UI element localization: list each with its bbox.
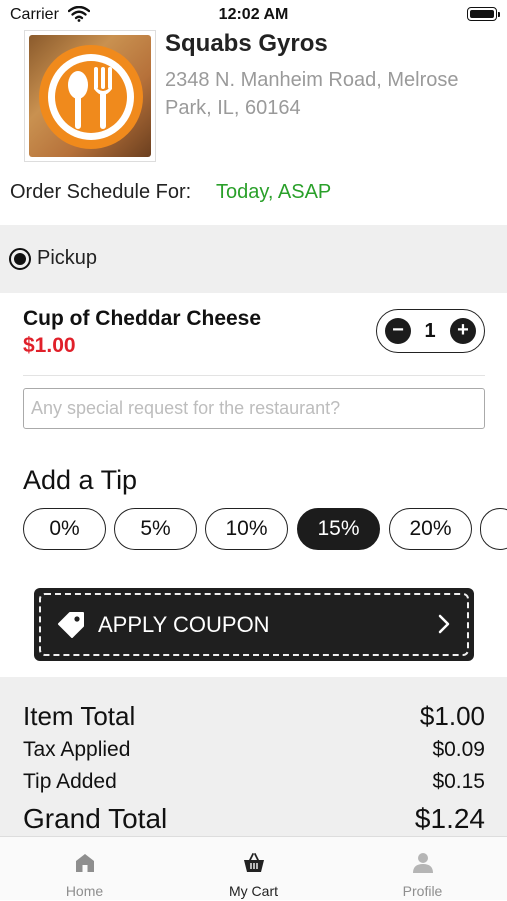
apply-coupon-label: APPLY COUPON bbox=[98, 612, 270, 637]
restaurant-name: Squabs Gyros bbox=[165, 30, 328, 57]
tip-option-5[interactable]: 5% bbox=[114, 508, 197, 550]
restaurant-address: 2348 N. Manheim Road, Melrose Park, IL, … bbox=[165, 69, 459, 119]
grand-total-value: $1.24 bbox=[414, 803, 485, 834]
schedule-value[interactable]: Today, ASAP bbox=[216, 181, 331, 204]
status-bar: Carrier 12:02 AM bbox=[0, 0, 507, 30]
tab-my-cart-label: My Cart bbox=[229, 883, 278, 899]
basket-icon bbox=[244, 853, 264, 872]
tip-option-15[interactable]: 15% bbox=[297, 508, 380, 550]
cart-item-name: Cup of Cheddar Cheese bbox=[23, 307, 262, 330]
cart-item-price: $1.00 bbox=[23, 334, 76, 357]
restaurant-logo bbox=[24, 30, 156, 162]
tab-my-cart[interactable]: My Cart bbox=[169, 837, 338, 901]
tip-option-more[interactable] bbox=[480, 508, 507, 550]
schedule-label: Order Schedule For: bbox=[10, 181, 192, 203]
divider bbox=[23, 375, 485, 376]
special-request-input[interactable] bbox=[23, 388, 485, 429]
item-total-value: $1.00 bbox=[419, 701, 485, 731]
pickup-radio[interactable] bbox=[9, 248, 31, 270]
chevron-right-icon bbox=[438, 614, 450, 634]
tax-value: $0.09 bbox=[432, 738, 485, 761]
battery-icon bbox=[467, 7, 500, 21]
tip-added-label: Tip Added bbox=[23, 770, 117, 793]
order-summary: Item Total $1.00 Tax Applied $0.09 Tip A… bbox=[0, 677, 507, 837]
apply-coupon-button[interactable]: APPLY COUPON bbox=[34, 588, 474, 661]
tip-title: Add a Tip bbox=[23, 465, 138, 495]
person-icon bbox=[413, 853, 433, 873]
pickup-label[interactable]: Pickup bbox=[37, 247, 97, 270]
tab-profile[interactable]: Profile bbox=[338, 837, 507, 901]
tip-option-10[interactable]: 10% bbox=[205, 508, 288, 550]
tab-profile-label: Profile bbox=[402, 883, 443, 899]
tab-home[interactable]: Home bbox=[0, 837, 169, 901]
tip-option-0[interactable]: 0% bbox=[23, 508, 106, 550]
quantity-stepper: − 1 + bbox=[376, 309, 485, 353]
increase-quantity-button[interactable]: + bbox=[450, 318, 476, 344]
tab-bar: Home My Cart Profile bbox=[0, 836, 507, 900]
tip-added-value: $0.15 bbox=[432, 770, 485, 793]
tag-icon bbox=[58, 612, 84, 638]
utensils-icon bbox=[39, 45, 143, 149]
item-total-label: Item Total bbox=[23, 701, 136, 731]
grand-total-label: Grand Total bbox=[23, 803, 168, 834]
tab-home-label: Home bbox=[65, 883, 104, 899]
home-icon bbox=[76, 854, 94, 872]
tax-label: Tax Applied bbox=[23, 738, 131, 761]
status-time: 12:02 AM bbox=[218, 6, 289, 23]
tip-option-20[interactable]: 20% bbox=[389, 508, 472, 550]
